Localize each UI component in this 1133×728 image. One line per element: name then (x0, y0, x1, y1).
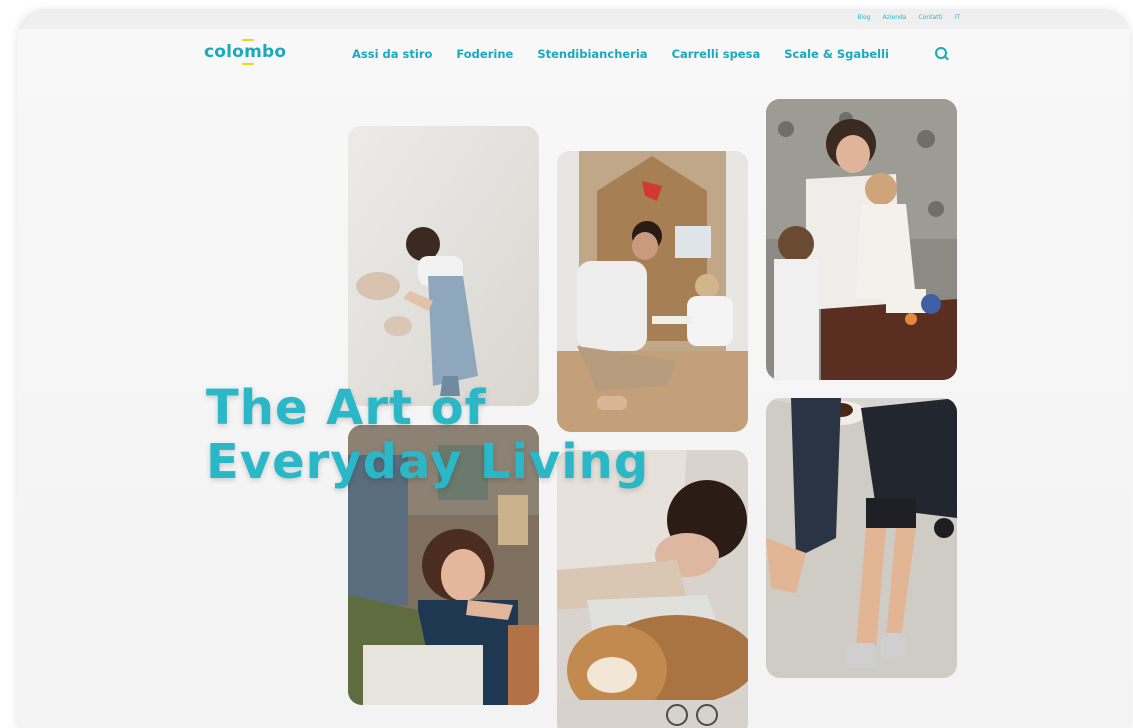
photo-girl-painting-wall (348, 126, 539, 406)
utility-link-blog[interactable]: Blog (857, 14, 870, 21)
photo-couple-on-floor (766, 398, 957, 678)
hero-headline: The Art of Everyday Living (206, 381, 649, 489)
nav-item-foderine[interactable]: Foderine (456, 47, 513, 61)
utility-link-contatti[interactable]: Contatti (918, 14, 942, 21)
utility-nav: Blog Azienda Contatti IT (857, 14, 960, 21)
logo[interactable]: colombo (204, 42, 286, 62)
search-icon[interactable] (935, 47, 947, 59)
photo-woman-sleeping-with-dog (557, 450, 748, 728)
logo-accent-top (242, 39, 254, 41)
logo-accent-bottom (242, 63, 254, 65)
utility-link-azienda[interactable]: Azienda (883, 14, 907, 21)
hero-headline-line-1: The Art of (206, 380, 487, 436)
photo-mother-children-kitchen (766, 99, 957, 380)
nav-item-assi-da-stiro[interactable]: Assi da stiro (352, 47, 432, 61)
browser-frame: Blog Azienda Contatti IT colombo Assi da… (18, 9, 1130, 728)
main-nav: Assi da stiro Foderine Stendibiancheria … (352, 47, 889, 61)
hero-headline-line-2: Everyday Living (206, 434, 650, 490)
nav-item-stendibiancheria[interactable]: Stendibiancheria (537, 47, 647, 61)
utility-bar: Blog Azienda Contatti IT (18, 9, 1130, 29)
language-switch[interactable]: IT (955, 14, 960, 21)
nav-item-scale-sgabelli[interactable]: Scale & Sgabelli (784, 47, 889, 61)
nav-item-carrelli-spesa[interactable]: Carrelli spesa (672, 47, 761, 61)
